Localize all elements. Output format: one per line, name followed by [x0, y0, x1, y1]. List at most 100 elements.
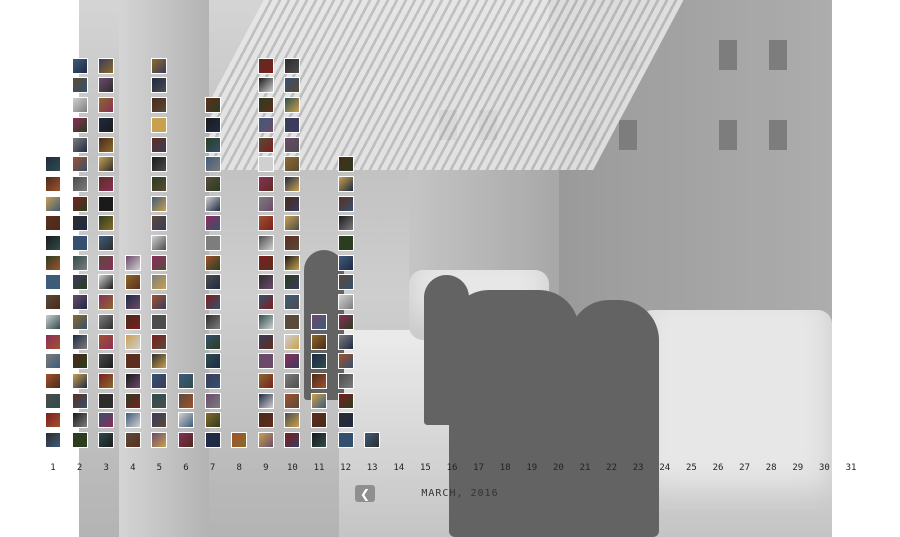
- photo-thumbnail[interactable]: [337, 235, 354, 251]
- photo-thumbnail[interactable]: [257, 156, 274, 173]
- photo-thumbnail[interactable]: [178, 372, 194, 389]
- photo-thumbnail[interactable]: [98, 77, 115, 94]
- photo-thumbnail[interactable]: [284, 412, 301, 429]
- photo-thumbnail[interactable]: [257, 372, 274, 389]
- photo-thumbnail[interactable]: [45, 372, 61, 389]
- photo-thumbnail[interactable]: [257, 136, 274, 153]
- photo-thumbnail[interactable]: [337, 156, 354, 173]
- photo-thumbnail[interactable]: [71, 235, 88, 251]
- photo-thumbnail[interactable]: [257, 392, 274, 409]
- photo-thumbnail[interactable]: [257, 215, 274, 232]
- photo-thumbnail[interactable]: [151, 77, 168, 94]
- photo-thumbnail[interactable]: [124, 313, 141, 330]
- photo-thumbnail[interactable]: [284, 333, 301, 350]
- photo-thumbnail[interactable]: [151, 333, 168, 350]
- photo-thumbnail[interactable]: [151, 432, 168, 448]
- photo-thumbnail[interactable]: [151, 235, 168, 251]
- photo-thumbnail[interactable]: [45, 392, 61, 409]
- photo-thumbnail[interactable]: [204, 313, 221, 330]
- photo-thumbnail[interactable]: [45, 353, 61, 370]
- photo-thumbnail[interactable]: [151, 254, 168, 271]
- photo-thumbnail[interactable]: [98, 195, 115, 212]
- photo-thumbnail[interactable]: [204, 372, 221, 389]
- photo-thumbnail[interactable]: [124, 432, 141, 448]
- photo-thumbnail[interactable]: [98, 333, 115, 350]
- photo-thumbnail[interactable]: [71, 215, 88, 232]
- photo-thumbnail[interactable]: [98, 136, 115, 153]
- photo-thumbnail[interactable]: [204, 235, 221, 251]
- photo-thumbnail[interactable]: [71, 195, 88, 212]
- photo-thumbnail[interactable]: [98, 116, 115, 133]
- photo-thumbnail[interactable]: [71, 294, 88, 311]
- photo-thumbnail[interactable]: [257, 313, 274, 330]
- photo-thumbnail[interactable]: [98, 57, 115, 74]
- photo-thumbnail[interactable]: [45, 235, 61, 251]
- photo-thumbnail[interactable]: [151, 136, 168, 153]
- photo-thumbnail[interactable]: [337, 175, 354, 192]
- photo-thumbnail[interactable]: [98, 235, 115, 251]
- photo-thumbnail[interactable]: [98, 313, 115, 330]
- photo-thumbnail[interactable]: [204, 353, 221, 370]
- photo-thumbnail[interactable]: [71, 333, 88, 350]
- photo-thumbnail[interactable]: [311, 412, 327, 429]
- photo-thumbnail[interactable]: [98, 412, 115, 429]
- photo-thumbnail[interactable]: [98, 294, 115, 311]
- photo-thumbnail[interactable]: [284, 175, 301, 192]
- photo-thumbnail[interactable]: [124, 254, 141, 271]
- photo-thumbnail[interactable]: [98, 254, 115, 271]
- photo-thumbnail[interactable]: [151, 412, 168, 429]
- photo-thumbnail[interactable]: [45, 294, 61, 311]
- photo-thumbnail[interactable]: [337, 372, 354, 389]
- photo-thumbnail[interactable]: [257, 195, 274, 212]
- photo-thumbnail[interactable]: [151, 353, 168, 370]
- photo-thumbnail[interactable]: [151, 294, 168, 311]
- photo-thumbnail[interactable]: [284, 57, 301, 74]
- photo-thumbnail[interactable]: [284, 313, 301, 330]
- photo-thumbnail[interactable]: [151, 116, 168, 133]
- photo-thumbnail[interactable]: [178, 392, 194, 409]
- photo-thumbnail[interactable]: [71, 77, 88, 94]
- photo-thumbnail[interactable]: [311, 372, 327, 389]
- photo-thumbnail[interactable]: [124, 333, 141, 350]
- photo-thumbnail[interactable]: [71, 392, 88, 409]
- photo-thumbnail[interactable]: [98, 372, 115, 389]
- photo-thumbnail[interactable]: [337, 432, 354, 448]
- photo-thumbnail[interactable]: [284, 156, 301, 173]
- photo-thumbnail[interactable]: [204, 294, 221, 311]
- photo-thumbnail[interactable]: [151, 372, 168, 389]
- photo-thumbnail[interactable]: [257, 97, 274, 114]
- photo-thumbnail[interactable]: [71, 254, 88, 271]
- photo-thumbnail[interactable]: [98, 97, 115, 114]
- photo-thumbnail[interactable]: [124, 392, 141, 409]
- photo-thumbnail[interactable]: [311, 333, 327, 350]
- photo-thumbnail[interactable]: [284, 97, 301, 114]
- photo-thumbnail[interactable]: [284, 274, 301, 291]
- photo-thumbnail[interactable]: [284, 432, 301, 448]
- photo-thumbnail[interactable]: [204, 175, 221, 192]
- photo-thumbnail[interactable]: [337, 313, 354, 330]
- photo-thumbnail[interactable]: [204, 156, 221, 173]
- photo-thumbnail[interactable]: [98, 215, 115, 232]
- photo-thumbnail[interactable]: [71, 313, 88, 330]
- photo-thumbnail[interactable]: [284, 77, 301, 94]
- photo-thumbnail[interactable]: [204, 412, 221, 429]
- photo-thumbnail[interactable]: [45, 156, 61, 173]
- photo-thumbnail[interactable]: [178, 412, 194, 429]
- photo-thumbnail[interactable]: [151, 195, 168, 212]
- photo-thumbnail[interactable]: [257, 294, 274, 311]
- photo-thumbnail[interactable]: [124, 353, 141, 370]
- photo-thumbnail[interactable]: [71, 175, 88, 192]
- photo-thumbnail[interactable]: [204, 136, 221, 153]
- photo-thumbnail[interactable]: [98, 392, 115, 409]
- photo-thumbnail[interactable]: [98, 432, 115, 448]
- photo-thumbnail[interactable]: [257, 432, 274, 448]
- photo-thumbnail[interactable]: [124, 294, 141, 311]
- photo-thumbnail[interactable]: [257, 235, 274, 251]
- photo-thumbnail[interactable]: [71, 353, 88, 370]
- photo-thumbnail[interactable]: [257, 353, 274, 370]
- photo-thumbnail[interactable]: [337, 412, 354, 429]
- photo-thumbnail[interactable]: [257, 254, 274, 271]
- photo-thumbnail[interactable]: [257, 57, 274, 74]
- photo-thumbnail[interactable]: [204, 116, 221, 133]
- photo-thumbnail[interactable]: [257, 77, 274, 94]
